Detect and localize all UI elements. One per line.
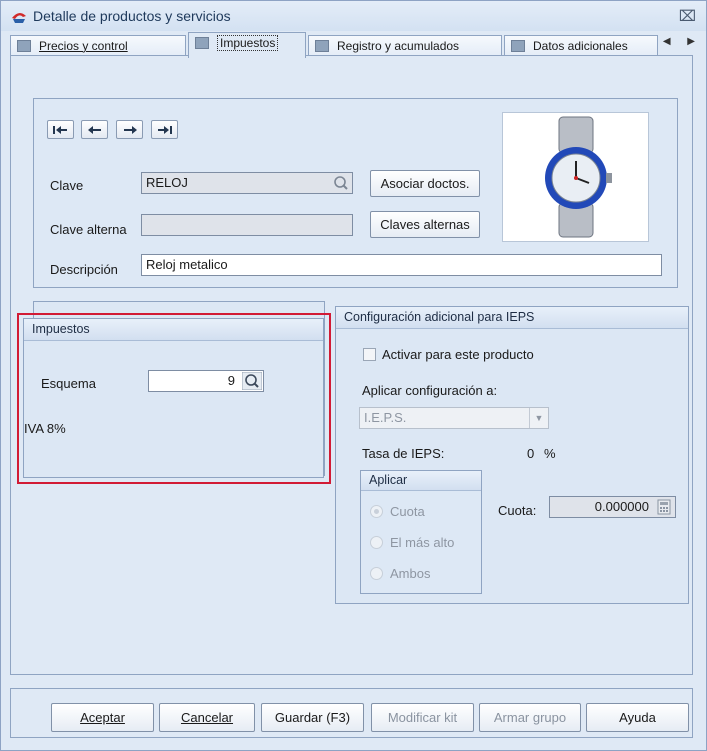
cuota-value: 0.000000 [594,499,649,514]
tab-impuestos-label: Impuestos [217,35,279,51]
calculator-icon[interactable] [654,498,674,516]
cuota-field[interactable]: 0.000000 [549,496,676,518]
last-record-button[interactable] [151,120,178,139]
tab-scroll-right-icon[interactable]: ▶ [687,36,695,47]
first-record-button[interactable] [47,120,74,139]
aceptar-button[interactable]: Aceptar [51,703,154,732]
tasa-unit: % [544,446,556,461]
extra-data-icon [511,40,525,52]
descripcion-label: Descripción [50,262,118,277]
highlight-frame [17,313,331,484]
search-icon[interactable] [331,174,351,192]
cancelar-label: Cancelar [180,710,234,725]
close-icon[interactable]: ⌧ [679,7,696,25]
descripcion-field[interactable]: Reloj metalico [141,254,662,276]
tab-precios[interactable]: Precios y control [10,35,186,57]
tasa-label: Tasa de IEPS: [362,446,445,461]
ieps-config-title: Configuración adicional para IEPS [336,307,688,329]
cuota-label: Cuota: [498,503,537,518]
clave-field[interactable]: RELOJ [141,172,353,194]
window-title: Detalle de productos y servicios [33,8,231,24]
tab-datos-label: Datos adicionales [533,39,628,53]
tab-registro-label: Registro y acumulados [337,39,460,53]
activar-label: Activar para este producto [382,347,534,362]
product-image [502,112,649,242]
asociar-doctos-button[interactable]: Asociar doctos. [370,170,480,197]
register-icon [315,40,329,52]
claves-alternas-button[interactable]: Claves alternas [370,211,480,238]
tab-precios-label: Precios y control [39,39,128,53]
cuota-radio[interactable] [370,505,383,518]
tab-impuestos[interactable]: Impuestos [188,32,306,58]
aplicar-config-label: Aplicar configuración a: [362,383,498,398]
aceptar-label: Aceptar [80,710,125,725]
chevron-down-icon[interactable]: ▼ [529,408,548,428]
previous-record-button[interactable] [81,120,108,139]
last-arrow-icon [158,126,172,134]
ayuda-button[interactable]: Ayuda [586,703,689,732]
price-list-icon [17,40,31,52]
tab-scroll: ◀ ▶ [649,36,695,47]
aplicar-config-value: I.E.P.S. [364,410,407,425]
mas-alto-option-label: El más alto [390,535,455,550]
clave-label: Clave [50,178,84,193]
tab-datos-adicionales[interactable]: Datos adicionales [504,35,658,57]
first-arrow-icon [53,126,67,134]
armar-grupo-button[interactable]: Armar grupo [479,703,581,732]
clave-alterna-label: Clave alterna [50,222,127,237]
tab-strip: Precios y control Impuestos Registro y a… [10,30,695,58]
aplicar-config-select[interactable]: I.E.P.S. ▼ [359,407,549,429]
clave-alterna-field[interactable] [141,214,353,236]
modificar-kit-button[interactable]: Modificar kit [371,703,474,732]
mas-alto-radio[interactable] [370,536,383,549]
ambos-radio[interactable] [370,567,383,580]
aplicar-title: Aplicar [361,471,481,491]
ambos-option-label: Ambos [390,566,431,581]
cuota-option-label: Cuota [390,504,425,519]
guardar-button[interactable]: Guardar (F3) [261,703,364,732]
tab-scroll-left-icon[interactable]: ◀ [663,36,671,47]
previous-arrow-icon [88,126,101,134]
wristwatch-image [545,116,612,238]
cancelar-button[interactable]: Cancelar [159,703,255,732]
next-record-button[interactable] [116,120,143,139]
tasa-value: 0 [527,446,535,461]
clave-value: RELOJ [146,175,188,190]
next-arrow-icon [124,126,137,134]
activar-checkbox[interactable] [363,348,376,361]
tab-registro[interactable]: Registro y acumulados [308,35,502,57]
tax-icon [195,37,209,49]
app-icon [12,12,26,23]
title-bar: Detalle de productos y servicios ⌧ [1,1,706,31]
